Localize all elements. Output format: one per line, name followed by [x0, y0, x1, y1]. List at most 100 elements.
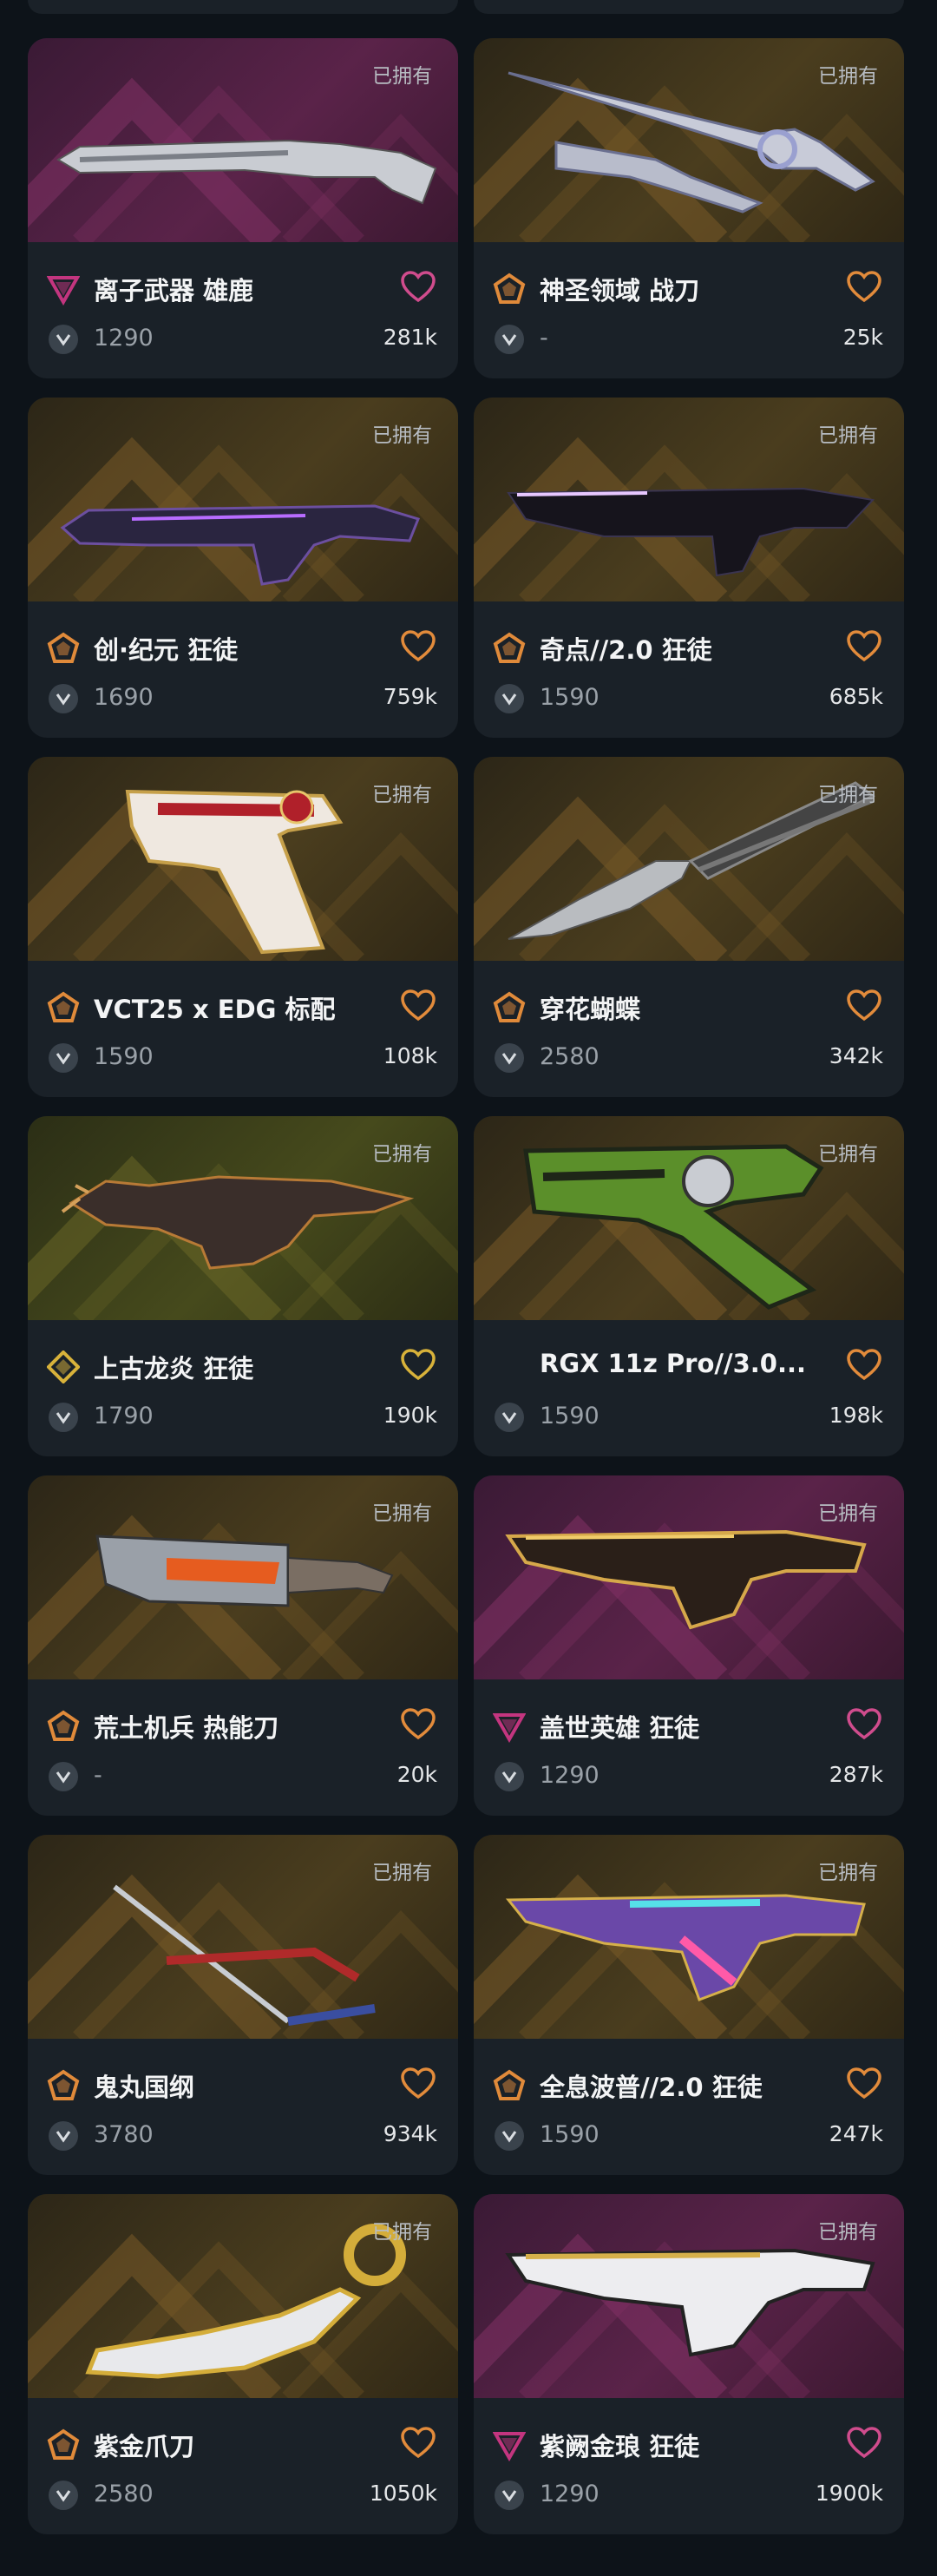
skin-price: -	[540, 325, 548, 352]
skin-price: 3780	[94, 2121, 154, 2148]
heart-icon[interactable]	[847, 1708, 881, 1741]
skin-price: 2580	[94, 2481, 154, 2507]
skin-card[interactable]: 已拥有 盖世英雄 狂徒 1290 287k	[474, 1475, 904, 1816]
skin-price: 1290	[540, 1762, 600, 1789]
skin-image-area: 已拥有	[28, 1835, 458, 2039]
tier-exclusive-icon	[47, 2069, 80, 2100]
skin-price: 1590	[94, 1043, 154, 1070]
vp-currency-icon	[495, 1762, 524, 1791]
tier-exclusive-icon	[47, 991, 80, 1022]
vp-currency-icon	[495, 684, 524, 713]
heart-icon[interactable]	[847, 2427, 881, 2460]
owned-badge: 已拥有	[372, 65, 432, 88]
skin-price: 1690	[94, 684, 154, 711]
owned-badge: 已拥有	[818, 1143, 878, 1166]
like-count: 198k	[829, 1403, 883, 1428]
heart-icon[interactable]	[401, 2427, 436, 2460]
tier-exclusive-icon	[47, 2428, 80, 2460]
skin-card[interactable]: 已拥有 紫金爪刀 2580 1050k	[28, 2194, 458, 2534]
owned-badge: 已拥有	[372, 1862, 432, 1884]
owned-badge: 已拥有	[818, 1862, 878, 1884]
owned-badge: 已拥有	[372, 424, 432, 447]
vp-currency-icon	[49, 684, 78, 713]
skin-card[interactable]: 已拥有 紫阙金琅 狂徒 1290 1900k	[474, 2194, 904, 2534]
heart-icon[interactable]	[401, 271, 436, 304]
like-count: 342k	[829, 1043, 883, 1068]
skin-name: 神圣领域 战刀	[540, 276, 700, 306]
skin-price: -	[94, 1762, 102, 1789]
vp-currency-icon	[49, 2121, 78, 2151]
tier-exclusive-icon	[493, 632, 526, 663]
skin-image-area: 已拥有	[474, 38, 904, 242]
tier-premium-icon	[493, 1713, 526, 1743]
tier-ultra-icon	[47, 1350, 80, 1383]
heart-icon[interactable]	[401, 1349, 436, 1382]
skin-card[interactable]: 已拥有 全息波普//2.0 狂徒 1590 247k	[474, 1835, 904, 2175]
owned-badge: 已拥有	[818, 65, 878, 88]
skin-price: 2580	[540, 1043, 600, 1070]
tier-exclusive-icon	[493, 273, 526, 304]
like-count: 1900k	[815, 2481, 883, 2506]
tier-exclusive-icon	[493, 2069, 526, 2100]
vp-currency-icon	[495, 1403, 524, 1432]
skin-image-area: 已拥有	[474, 1116, 904, 1320]
skin-image-area: 已拥有	[474, 757, 904, 961]
owned-badge: 已拥有	[372, 784, 432, 806]
skin-card[interactable]: 已拥有 RGX 11z Pro//3.0... 1590 198k	[474, 1116, 904, 1456]
heart-icon[interactable]	[401, 989, 436, 1022]
skin-name: 鬼丸国纲	[94, 2073, 195, 2102]
owned-badge: 已拥有	[372, 1143, 432, 1166]
skin-card[interactable]: 已拥有 穿花蝴蝶 2580 342k	[474, 757, 904, 1097]
vp-currency-icon	[495, 325, 524, 354]
heart-icon[interactable]	[401, 2067, 436, 2100]
owned-badge: 已拥有	[818, 2221, 878, 2244]
like-count: 1050k	[369, 2481, 437, 2506]
owned-badge: 已拥有	[372, 2221, 432, 2244]
heart-icon[interactable]	[847, 630, 881, 663]
heart-icon[interactable]	[847, 1349, 881, 1382]
skin-card[interactable]: 已拥有 离子武器 雄鹿 1290 281k	[28, 38, 458, 378]
skin-card[interactable]: 已拥有 VCT25 x EDG 标配 1590 108k	[28, 757, 458, 1097]
skin-image-area: 已拥有	[28, 1475, 458, 1679]
tier-exclusive-icon	[493, 991, 526, 1022]
skin-name: 紫金爪刀	[94, 2432, 195, 2461]
skin-image-area: 已拥有	[28, 2194, 458, 2398]
heart-icon[interactable]	[847, 2067, 881, 2100]
skin-grid: 已拥有 离子武器 雄鹿 1290 281k 已拥有 神圣领域 战刀 - 25k …	[0, 0, 937, 2576]
heart-icon[interactable]	[847, 989, 881, 1022]
skin-name: VCT25 x EDG 标配	[94, 995, 336, 1024]
skin-price: 1590	[540, 684, 600, 711]
skin-card[interactable]: 已拥有 荒土机兵 热能刀 - 20k	[28, 1475, 458, 1816]
skin-name: RGX 11z Pro//3.0...	[540, 1349, 807, 1378]
like-count: 247k	[829, 2121, 883, 2146]
vp-currency-icon	[49, 1403, 78, 1432]
skin-card[interactable]: 已拥有 神圣领域 战刀 - 25k	[474, 38, 904, 378]
skin-name: 奇点//2.0 狂徒	[540, 635, 712, 665]
vp-currency-icon	[49, 2481, 78, 2510]
like-count: 685k	[829, 684, 883, 709]
skin-card[interactable]: 已拥有 鬼丸国纲 3780 934k	[28, 1835, 458, 2175]
skin-price: 1790	[94, 1403, 154, 1429]
skin-card[interactable]: 已拥有 奇点//2.0 狂徒 1590 685k	[474, 398, 904, 738]
skin-card[interactable]: 已拥有 创·纪元 狂徒 1690 759k	[28, 398, 458, 738]
vp-currency-icon	[49, 325, 78, 354]
heart-icon[interactable]	[847, 271, 881, 304]
skin-image-area: 已拥有	[474, 398, 904, 601]
owned-badge: 已拥有	[818, 784, 878, 806]
skin-image-area: 已拥有	[28, 1116, 458, 1320]
vp-currency-icon	[495, 2121, 524, 2151]
skin-name: 盖世英雄 狂徒	[540, 1713, 700, 1743]
skin-image-area: 已拥有	[474, 1475, 904, 1679]
like-count: 108k	[383, 1043, 437, 1068]
heart-icon[interactable]	[401, 630, 436, 663]
skin-name: 紫阙金琅 狂徒	[540, 2432, 700, 2461]
skin-image-area: 已拥有	[28, 398, 458, 601]
heart-icon[interactable]	[401, 1708, 436, 1741]
vp-currency-icon	[495, 2481, 524, 2510]
like-count: 934k	[383, 2121, 437, 2146]
vp-currency-icon	[49, 1762, 78, 1791]
vp-currency-icon	[49, 1043, 78, 1073]
skin-image-area: 已拥有	[474, 1835, 904, 2039]
skin-card[interactable]: 已拥有 上古龙炎 狂徒 1790 190k	[28, 1116, 458, 1456]
skin-image-area: 已拥有	[28, 757, 458, 961]
